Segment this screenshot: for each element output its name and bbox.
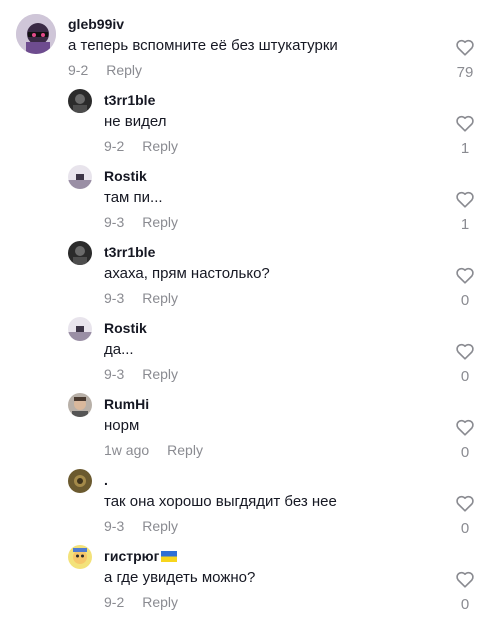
avatar[interactable] — [68, 165, 92, 189]
comment-date: 9-3 — [104, 518, 125, 534]
avatar[interactable] — [16, 14, 56, 54]
username[interactable]: гистрюг — [104, 548, 178, 564]
like-count: 1 — [460, 216, 470, 233]
heart-icon — [456, 571, 474, 588]
like-count: 1 — [460, 140, 470, 157]
avatar[interactable] — [68, 241, 92, 265]
comment-date: 9-2 — [104, 594, 125, 610]
like-count: 0 — [460, 292, 470, 309]
like-count: 0 — [460, 444, 470, 461]
reply-button[interactable]: Reply — [142, 214, 178, 230]
comment-date: 9-3 — [104, 290, 125, 306]
username[interactable]: RumHi — [104, 396, 149, 412]
reply-button[interactable]: Reply — [142, 518, 178, 534]
heart-icon — [456, 267, 474, 284]
reply-button[interactable]: Reply — [106, 62, 142, 78]
ukraine-flag-icon — [161, 551, 178, 562]
like-button[interactable]: 0 — [452, 342, 478, 385]
avatar[interactable] — [68, 393, 92, 417]
comment-text: да... — [104, 341, 134, 358]
like-button[interactable]: 0 — [452, 266, 478, 309]
comment-meta: 9-2 Reply — [104, 594, 178, 610]
comment-date: 1w ago — [104, 442, 150, 458]
username-text: гистрюг — [104, 548, 160, 564]
like-button[interactable]: 0 — [452, 570, 478, 613]
comment-meta: 9-3 Reply — [104, 366, 178, 382]
like-count: 0 — [460, 596, 470, 613]
comment-meta: 9-2 Reply — [68, 62, 142, 78]
username[interactable]: t3rr1ble — [104, 92, 155, 108]
heart-icon — [456, 343, 474, 360]
heart-icon — [456, 495, 474, 512]
like-button[interactable]: 1 — [452, 190, 478, 233]
avatar[interactable] — [68, 469, 92, 493]
reply-button[interactable]: Reply — [142, 594, 178, 610]
username[interactable]: Rostik — [104, 320, 147, 336]
comment-text: норм — [104, 417, 140, 434]
heart-icon — [456, 419, 474, 436]
comment-meta: 9-2 Reply — [104, 138, 178, 154]
comment-date: 9-2 — [104, 138, 125, 154]
comment-text: а где увидеть можно? — [104, 569, 256, 586]
heart-icon — [456, 39, 474, 56]
like-count: 0 — [460, 520, 470, 537]
comment-meta: 9-3 Reply — [104, 290, 178, 306]
username[interactable]: t3rr1ble — [104, 244, 155, 260]
comment-text: так она хорошо выгдядит без нее — [104, 493, 337, 510]
comment-meta: 9-3 Reply — [104, 518, 178, 534]
comment-text: а теперь вспомните её без штукатурки — [68, 37, 338, 54]
comment-meta: 9-3 Reply — [104, 214, 178, 230]
like-button[interactable]: 0 — [452, 494, 478, 537]
avatar[interactable] — [68, 545, 92, 569]
heart-icon — [456, 191, 474, 208]
username[interactable]: Rostik — [104, 168, 147, 184]
comment-meta: 1w ago Reply — [104, 442, 203, 458]
comment-date: 9-2 — [68, 62, 89, 78]
avatar[interactable] — [68, 317, 92, 341]
comment-text: ахаха, прям настолько? — [104, 265, 270, 282]
comment-date: 9-3 — [104, 366, 125, 382]
reply-button[interactable]: Reply — [142, 290, 178, 306]
reply-button[interactable]: Reply — [167, 442, 203, 458]
like-button[interactable]: 0 — [452, 418, 478, 461]
username[interactable]: . — [104, 472, 108, 488]
reply-button[interactable]: Reply — [142, 366, 178, 382]
comment-text: там пи... — [104, 189, 163, 206]
comment-date: 9-3 — [104, 214, 125, 230]
username[interactable]: gleb99iv — [68, 16, 124, 32]
avatar[interactable] — [68, 89, 92, 113]
heart-icon — [456, 115, 474, 132]
like-button[interactable]: 79 — [452, 38, 478, 81]
like-button[interactable]: 1 — [452, 114, 478, 157]
comment-text: не видел — [104, 113, 167, 130]
like-count: 0 — [460, 368, 470, 385]
like-count: 79 — [456, 64, 474, 81]
reply-button[interactable]: Reply — [142, 138, 178, 154]
